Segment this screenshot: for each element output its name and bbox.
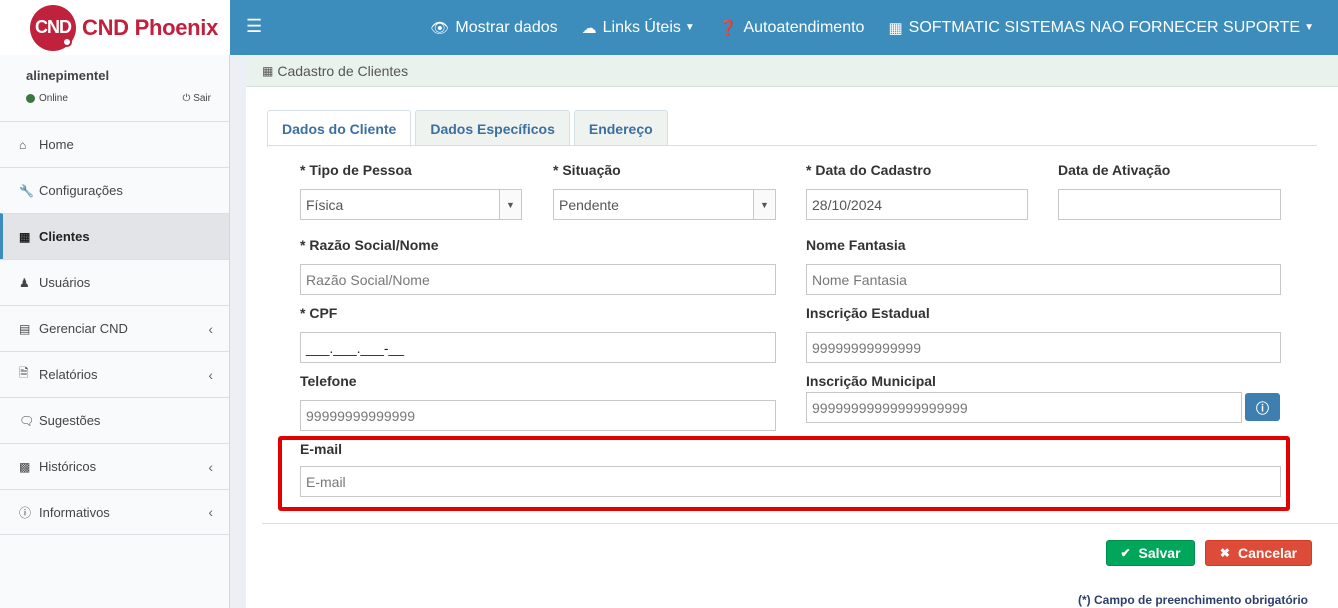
inscricao-municipal-input[interactable]: 99999999999999999999 — [806, 392, 1242, 423]
field-telefone: Telefone 99999999999999 — [300, 373, 776, 431]
home-icon: ⌂ — [19, 137, 27, 152]
page-header: ▦ Cadastro de Clientes — [246, 55, 1338, 87]
wrench-icon: 🔧 — [19, 183, 34, 198]
tab-dados-especificos[interactable]: Dados Específicos — [415, 110, 570, 146]
field-cpf: * CPF ___.___.___-__ — [300, 305, 776, 363]
info-circle-icon: ⓘ — [1255, 400, 1269, 416]
main-content: ▦ Cadastro de Clientes Dados do Cliente … — [246, 55, 1338, 608]
field-inscricao-estadual: Inscrição Estadual 99999999999999 — [806, 305, 1281, 363]
nome-fantasia-input[interactable]: Nome Fantasia — [806, 264, 1281, 295]
field-razao-social: * Razão Social/Nome Razão Social/Nome — [300, 237, 776, 295]
caret-down-icon: ▼ — [684, 22, 695, 33]
caret-down-icon: ▼ — [1304, 22, 1314, 33]
footer-divider — [262, 523, 1338, 524]
field-tipo-pessoa: * Tipo de Pessoa Física ▼ — [300, 162, 522, 220]
cpf-input[interactable]: ___.___.___-__ — [300, 332, 776, 363]
highlight-box — [278, 436, 1290, 511]
form-tabs: Dados do Cliente Dados Específicos Ender… — [267, 110, 668, 147]
sidebar-item-clientes[interactable]: ▦ Clientes — [0, 213, 229, 259]
chevron-left-icon: ‹ — [208, 504, 213, 520]
nav-company[interactable]: ▦ SOFTMATIC SISTEMAS NAO FORNECER SUPORT… — [876, 0, 1326, 55]
field-situacao: * Situação Pendente ▼ — [553, 162, 776, 220]
chevron-left-icon: ‹ — [208, 458, 213, 475]
online-dot-icon — [26, 94, 35, 103]
sidebar-item-historicos[interactable]: ▩ Históricos ‹ — [0, 443, 229, 489]
archive-icon: ▩ — [19, 459, 31, 474]
page-title: Cadastro de Clientes — [277, 62, 409, 79]
top-navbar: ☰ 👁 Mostrar dados ☁ Links Úteis ▼ ❓ Auto… — [230, 0, 1338, 55]
field-data-cadastro: * Data do Cadastro 28/10/2024 — [806, 162, 1028, 220]
question-circle-icon: ❓ — [718, 19, 738, 37]
sidebar-item-sugestoes[interactable]: 🗨 Sugestões — [0, 397, 229, 443]
razao-social-input[interactable]: Razão Social/Nome — [300, 264, 776, 295]
building-icon: ▦ — [19, 229, 31, 244]
caret-down-icon: ▼ — [499, 190, 521, 219]
power-icon: ⏻ — [182, 93, 191, 104]
nav-mostrar-dados[interactable]: 👁 Mostrar dados — [418, 0, 569, 55]
nav-links-uteis[interactable]: ☁ Links Úteis ▼ — [570, 0, 707, 55]
telefone-input[interactable]: 99999999999999 — [300, 400, 776, 431]
close-icon: ✖ — [1219, 546, 1230, 560]
logout-link[interactable]: ⏻ Sair — [183, 93, 212, 104]
sidebar: alinepimentel Online ⏻ Sair ⌂ Home 🔧 Con… — [0, 55, 230, 608]
save-button[interactable]: ✔ Salvar — [1106, 540, 1195, 566]
data-ativacao-input[interactable] — [1058, 189, 1281, 220]
tab-endereco[interactable]: Endereço — [573, 110, 668, 146]
cancel-button[interactable]: ✖ Cancelar — [1205, 540, 1312, 566]
inscricao-estadual-input[interactable]: 99999999999999 — [806, 332, 1281, 363]
user-icon: ♟ — [19, 275, 30, 290]
field-nome-fantasia: Nome Fantasia Nome Fantasia — [806, 237, 1281, 295]
field-data-ativacao: Data de Ativação — [1058, 162, 1281, 220]
situacao-select[interactable]: Pendente ▼ — [553, 189, 776, 220]
sidebar-item-configuracoes[interactable]: 🔧 Configurações — [0, 167, 229, 213]
tipo-pessoa-select[interactable]: Física ▼ — [300, 189, 522, 220]
caret-down-icon: ▼ — [753, 190, 775, 219]
brand-name: CND Phoenix — [82, 14, 219, 40]
user-panel: alinepimentel Online ⏻ Sair — [0, 55, 229, 121]
sidebar-item-usuarios[interactable]: ♟ Usuários — [0, 259, 229, 305]
brand-logo[interactable]: CND CND Phoenix — [0, 0, 230, 55]
chevron-left-icon: ‹ — [208, 320, 213, 337]
info-button[interactable]: ⓘ — [1245, 393, 1280, 421]
tab-divider — [267, 145, 1317, 146]
field-inscricao-municipal: Inscrição Municipal 99999999999999999999 — [806, 373, 1242, 423]
tab-dados-cliente[interactable]: Dados do Cliente — [267, 110, 412, 147]
cloud-icon: ☁ — [581, 19, 597, 37]
eye-icon: 👁 — [430, 19, 450, 37]
hamburger-menu-icon[interactable]: ☰ — [246, 16, 262, 37]
file-icon: 🗎 — [19, 366, 29, 380]
sidebar-item-relatorios[interactable]: 🗎 Relatórios ‹ — [0, 351, 229, 397]
calendar-icon: ▤ — [19, 321, 31, 336]
sidebar-item-home[interactable]: ⌂ Home — [0, 121, 229, 167]
user-name: alinepimentel — [26, 68, 110, 83]
sidebar-item-gerenciar-cnd[interactable]: ▤ Gerenciar CND ‹ — [0, 305, 229, 351]
cnd-logo-icon: CND — [30, 4, 76, 51]
comments-icon: 🗨 — [19, 413, 35, 428]
nav-autoatendimento[interactable]: ❓ Autoatendimento — [707, 0, 877, 55]
data-cadastro-input[interactable]: 28/10/2024 — [806, 189, 1028, 220]
check-icon: ✔ — [1120, 546, 1131, 560]
required-field-note: (*) Campo de preenchimento obrigatório — [1077, 593, 1308, 607]
building-icon: ▦ — [262, 63, 274, 78]
sidebar-item-informativos[interactable]: ⓘ Informativos ‹ — [0, 489, 229, 535]
info-circle-icon: ⓘ — [19, 505, 32, 520]
chevron-left-icon: ‹ — [208, 366, 213, 383]
building-icon: ▦ — [888, 19, 903, 37]
